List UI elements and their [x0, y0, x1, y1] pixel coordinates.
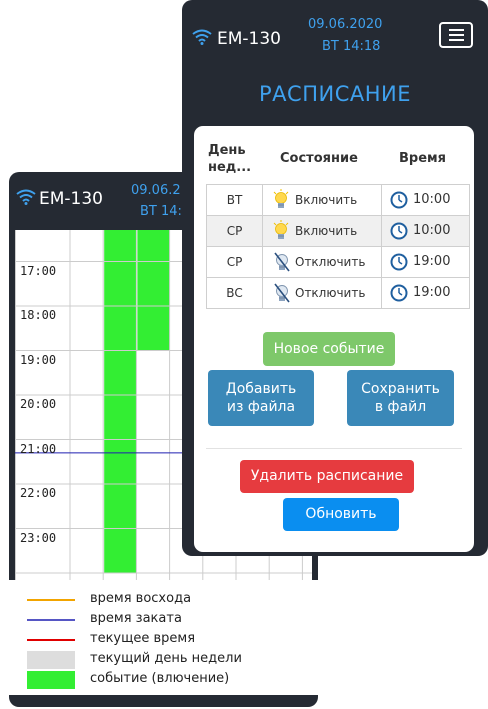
- front-header: EM-130 09.06.2020 ВТ 14:18: [182, 0, 488, 66]
- hour-label: 19:00: [20, 352, 57, 367]
- hour-label: 20:00: [20, 397, 57, 411]
- legend-label: событие (влючение): [90, 671, 230, 686]
- page-title: РАСПИСАНИЕ: [259, 82, 411, 106]
- divider: [206, 448, 462, 449]
- current-time-line-swatch: [27, 639, 75, 641]
- day-cell: СР: [207, 216, 263, 246]
- menu-icon-bar: [449, 34, 464, 36]
- day-cell: ВТ: [207, 185, 263, 215]
- state-cell: Включить: [263, 185, 382, 215]
- refresh-button[interactable]: Обновить: [283, 498, 399, 531]
- state-cell: Включить: [263, 216, 382, 246]
- back-date: 09.06.2: [131, 183, 181, 198]
- event-block: [137, 230, 170, 351]
- table-row[interactable]: СР Включить 10:00: [206, 215, 470, 247]
- column-header-day: День нед...: [208, 142, 251, 176]
- state-text: Включить: [295, 224, 358, 238]
- time-text: 10:00: [413, 192, 451, 207]
- table-row[interactable]: ВТ Включить 10:00: [206, 184, 470, 216]
- time-cell: 10:00: [382, 216, 470, 246]
- menu-icon-bar: [449, 29, 464, 31]
- front-weekday-time: ВТ 14:18: [322, 39, 381, 54]
- load-button-line2: из файла: [226, 399, 296, 415]
- legend-label: текущий день недели: [90, 651, 242, 666]
- day-cell: СР: [207, 247, 263, 277]
- time-cell: 19:00: [382, 247, 470, 277]
- schedule-card: День нед... Состояние Время ВТ Включить …: [194, 126, 474, 552]
- legend-label: время восхода: [90, 591, 192, 606]
- legend-label: текущее время: [90, 631, 196, 646]
- state-text: Отключить: [295, 286, 366, 300]
- state-cell: Отключить: [263, 247, 382, 277]
- hour-label: 23:00: [20, 530, 57, 545]
- event-swatch: [27, 671, 75, 689]
- save-button-line2: в файл: [374, 399, 427, 415]
- clock-icon: [390, 191, 408, 209]
- hour-label: 16:00: [20, 230, 56, 233]
- back-weekday-time: ВТ 14:: [140, 204, 182, 219]
- wifi-icon: [192, 29, 212, 45]
- load-from-file-button[interactable]: Добавить из файла: [208, 370, 314, 426]
- legend-label: время заката: [90, 611, 182, 626]
- header-day-line2: нед...: [208, 160, 252, 175]
- delete-schedule-button[interactable]: Удалить расписание: [240, 460, 414, 493]
- state-text: Включить: [295, 193, 358, 207]
- legend-current-day: текущий день недели: [27, 650, 312, 670]
- day-cell: ВС: [207, 278, 263, 308]
- save-button-line1: Сохранить: [361, 381, 440, 397]
- sunset-line-swatch: [27, 619, 75, 621]
- calendar-legend: время восхода время заката текущее время…: [9, 580, 318, 695]
- legend-sunrise: время восхода: [27, 590, 312, 610]
- hour-label: 21:00: [20, 441, 57, 456]
- bulb-on-icon: [273, 220, 289, 239]
- clock-icon: [390, 222, 408, 240]
- save-to-file-button[interactable]: Сохранить в файл: [347, 370, 454, 426]
- column-header-state: Состояние: [280, 151, 358, 166]
- menu-icon-bar: [449, 39, 464, 41]
- sunrise-line-swatch: [27, 599, 75, 601]
- state-text: Отключить: [295, 255, 366, 269]
- legend-sunset: время заката: [27, 610, 312, 630]
- legend-current-time: текущее время: [27, 630, 312, 650]
- bulb-off-icon: [274, 283, 290, 303]
- event-block: [104, 230, 137, 573]
- state-cell: Отключить: [263, 278, 382, 308]
- front-date: 09.06.2020: [308, 17, 383, 32]
- table-row[interactable]: СР Отключить 19:00: [206, 246, 470, 278]
- hour-label: 18:00: [20, 308, 57, 322]
- time-text: 19:00: [413, 285, 451, 300]
- load-button-line1: Добавить: [225, 381, 297, 397]
- back-device-name: EM-130: [39, 189, 103, 209]
- legend-event: событие (влючение): [27, 670, 312, 690]
- schedule-device-screen: EM-130 09.06.2020 ВТ 14:18 РАСПИСАНИЕ Де…: [182, 0, 488, 556]
- hour-label: 17:00: [20, 263, 57, 278]
- clock-icon: [390, 253, 408, 271]
- bulb-off-icon: [274, 252, 290, 272]
- header-day-line1: День: [208, 143, 246, 158]
- column-header-time: Время: [399, 151, 447, 166]
- bulb-on-icon: [273, 189, 289, 208]
- front-device-name: EM-130: [217, 29, 281, 49]
- time-cell: 10:00: [382, 185, 470, 215]
- time-text: 19:00: [413, 254, 451, 269]
- new-event-button[interactable]: Новое событие: [263, 332, 395, 366]
- time-cell: 19:00: [382, 278, 470, 308]
- wifi-icon: [16, 189, 36, 205]
- hour-label: 22:00: [20, 486, 57, 500]
- table-row[interactable]: ВС Отключить 19:00: [206, 277, 470, 309]
- current-day-swatch: [27, 651, 75, 669]
- time-text: 10:00: [413, 223, 451, 238]
- hamburger-menu-button[interactable]: [439, 22, 473, 48]
- clock-icon: [390, 284, 408, 302]
